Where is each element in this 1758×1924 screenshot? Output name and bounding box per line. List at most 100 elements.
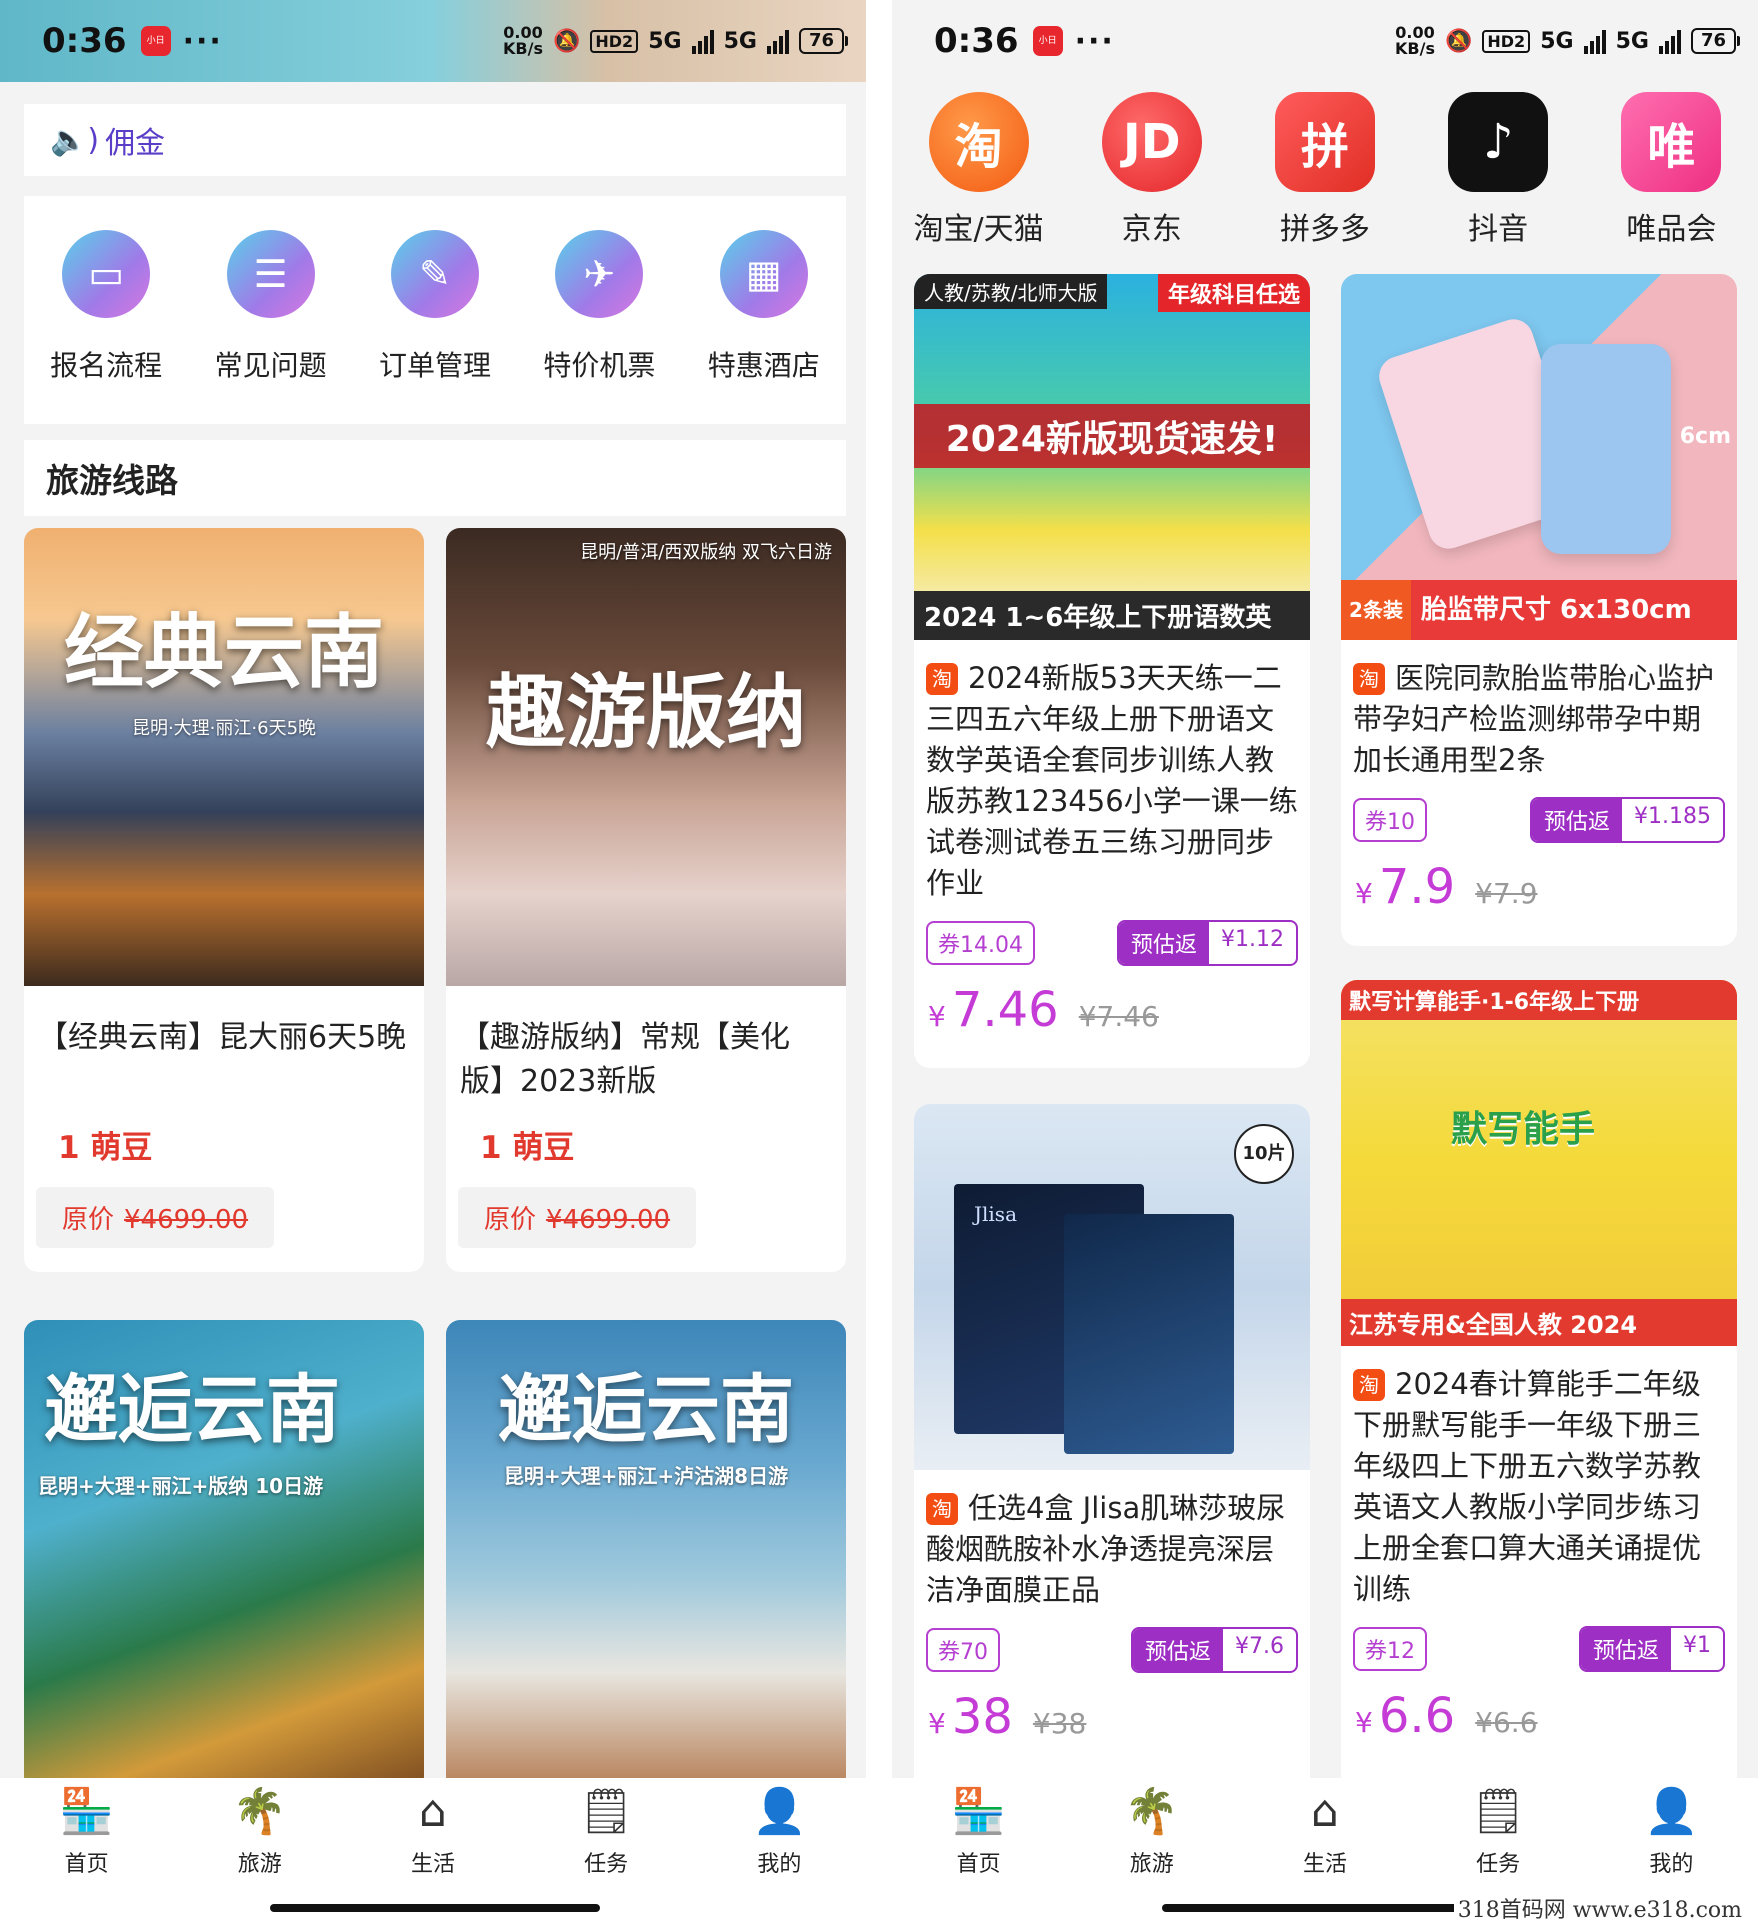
quick-label: 报名流程 [50,349,163,382]
user-icon: 👤 [751,1786,807,1837]
quick-label: 特惠酒店 [707,349,820,382]
commission-notice[interactable]: 🔈) 佣金 [24,104,846,176]
tour-card[interactable]: 邂逅云南 昆明+大理+丽江+版纳 10日游 [24,1320,424,1790]
tour-image-title: 经典云南 [64,605,384,699]
taobao-mark-icon: 淘 [926,1493,958,1525]
product-title: 淘医院同款胎监带胎心监护带孕妇产检监测绑带孕中期加长通用型2条 [1353,661,1715,777]
product-price: ¥6.6 ¥6.6 [1355,1688,1538,1744]
user-icon: 👤 [1643,1786,1699,1837]
tab-travel[interactable]: 🌴 旅游 [200,1784,320,1924]
vipshop-icon: 唯 [1621,92,1722,192]
platform-label: 淘宝/天猫 [913,212,1044,247]
tour-card[interactable]: 经典云南 昆明·大理·丽江·6天5晚 【经典云南】昆大丽6天5晚 1 萌豆 原价… [24,528,424,1272]
original-price: ¥7.46 [1078,1000,1159,1033]
tour-image-subtitle: 昆明+大理+丽江+版纳 10日游 [38,1474,324,1498]
battery-icon: 76 [1690,28,1741,54]
tab-mine[interactable]: 👤 我的 [719,1784,839,1924]
original-price: ¥38 [1032,1707,1087,1740]
tour-image-subtitle: 昆明+大理+丽江+泸沽湖8日游 [503,1464,789,1488]
platform-douyin[interactable]: ♪ 抖音 [1418,92,1578,262]
product-card[interactable]: 默写计算能手·1-6年级上下册 默写能手 江苏专用&全国人教 2024 淘 202… [1341,980,1737,1804]
tab-label: 任务 [1476,1852,1521,1877]
product-image: 默写计算能手·1-6年级上下册 默写能手 江苏专用&全国人教 2024 [1341,980,1737,1346]
shop-icon: 🏪 [59,1786,114,1837]
price-meta-row: 券12 预估返 ¥1 [1341,1626,1737,1672]
quick-item-hotels[interactable]: ▦ 特惠酒店 [689,230,839,384]
bottom-tab-bar: 🏪 首页 🌴 旅游 ⌂ 生活 🗒 任务 👤 我的 [0,1778,866,1924]
tour-original-price: 原价 ¥4699.00 [36,1187,275,1248]
notice-text: 佣金 [105,126,166,161]
coupon-badge: 券14.04 [926,921,1035,965]
tab-life[interactable]: ⌂ 生活 [373,1784,493,1924]
product-card[interactable]: 人教/苏教/北师大版 年级科目任选 2024新版现货速发! 2024 1~6年级… [914,274,1310,1068]
pinduoduo-icon: 拼 [1274,92,1375,192]
tour-image-title: 邂逅云南 [44,1367,340,1453]
tab-label: 我的 [757,1852,802,1877]
rebate-badge: 预估返 ¥1.185 [1530,797,1725,843]
network-speed: 0.00 KB/s [503,23,543,58]
home-indicator[interactable] [1162,1904,1492,1912]
rebate-badge: 预估返 ¥7.6 [1131,1627,1298,1673]
taobao-mark-icon: 淘 [926,663,958,695]
coupon-badge: 券10 [1353,798,1427,842]
tab-travel[interactable]: 🌴 旅游 [1092,1784,1212,1924]
quick-item-orders[interactable]: ✎ 订单管理 [360,230,510,384]
house-face-icon: ⌂ [419,1785,447,1837]
platform-vipshop[interactable]: 唯 唯品会 [1591,92,1751,262]
hd-badge: HD2 [1482,29,1531,53]
image-bottom-text: 2024 1~6年级上下册语数英 [914,591,1310,640]
platform-jd[interactable]: JD 京东 [1072,92,1232,262]
platform-label: 拼多多 [1279,212,1370,247]
task-clock-icon: 🗒 [1470,1786,1527,1837]
status-indicators: 0.00 KB/s 🔕 HD2 5G 5G 76 [503,23,849,58]
battery-icon: 76 [798,28,849,54]
tab-label: 旅游 [1129,1852,1174,1877]
tour-price: 1 萌豆 [58,1130,153,1166]
signal-bars-icon-2 [1658,28,1681,54]
status-bar: 0:36 小日 ··· 0.00 KB/s 🔕 HD2 5G 5G 76 [0,0,866,82]
platform-pinduoduo[interactable]: 拼 拼多多 [1245,92,1405,262]
home-indicator[interactable] [270,1904,600,1912]
tour-image-subtitle: 昆明/普洱/西双版纳 双飞六日游 [580,542,832,563]
tab-label: 旅游 [237,1852,282,1877]
tab-home[interactable]: 🏪 首页 [919,1784,1039,1924]
quick-item-signup[interactable]: ▭ 报名流程 [31,230,181,384]
image-bottom-text: 江苏专用&全国人教 2024 [1341,1299,1737,1346]
tab-label: 首页 [64,1852,109,1877]
platform-taobao[interactable]: 淘 淘宝/天猫 [899,92,1059,262]
tab-life[interactable]: ⌂ 生活 [1265,1784,1385,1924]
jd-icon: JD [1101,92,1202,192]
product-card[interactable]: 6cm 2条装 胎监带尺寸 6x130cm 淘医院同款胎监带胎心监护带孕妇产检监… [1341,274,1737,946]
tour-card[interactable]: 昆明/普洱/西双版纳 双飞六日游 趣游版纳 【趣游版纳】常规【美化版】2023新… [446,528,846,1272]
tour-image-title: 趣游版纳 [486,665,806,759]
app-notification-icon: 小日 [1032,26,1063,56]
mute-icon: 🔕 [1444,28,1473,54]
tab-label: 生活 [1302,1852,1347,1877]
status-indicators: 0.00 KB/s 🔕 HD2 5G 5G 76 [1395,25,1741,57]
right-screen: 0:36 小日 ··· 0.00 KB/s 🔕 HD2 5G 5G 76 淘 淘宝… [892,0,1758,1924]
section-title: 旅游线路 [24,440,846,516]
platform-label: 京东 [1121,212,1182,247]
tour-image: 邂逅云南 昆明+大理+丽江+版纳 10日游 [24,1320,424,1790]
quick-icon-row: ▭ 报名流程 ☰ 常见问题 ✎ 订单管理 ✈ 特价机票 ▦ 特惠酒店 [24,196,846,424]
rebate-badge: 预估返 ¥1 [1578,1626,1725,1672]
tab-tasks[interactable]: 🗒 任务 [546,1784,666,1924]
image-tag: 年级科目任选 [1157,274,1310,312]
quick-item-flights[interactable]: ✈ 特价机票 [524,230,674,384]
taobao-mark-icon: 淘 [1353,1369,1385,1401]
tab-home[interactable]: 🏪 首页 [27,1784,147,1924]
quick-item-faq[interactable]: ☰ 常见问题 [196,230,346,384]
tab-label: 生活 [410,1852,455,1877]
product-image: Jlisa 10片 [914,1104,1310,1470]
tour-price: 1 萌豆 [480,1130,575,1166]
product-card[interactable]: Jlisa 10片 淘任选4盒 Jlisa肌琳莎玻尿酸烟酰胺补水净透提亮深层洁净… [914,1104,1310,1804]
tour-image: 邂逅云南 昆明+大理+丽江+泸沽湖8日游 [446,1320,846,1790]
tour-card[interactable]: 邂逅云南 昆明+大理+丽江+泸沽湖8日游 [446,1320,846,1790]
status-time: 0:36 [934,21,1019,61]
signal-bars-icon [1583,28,1606,54]
signal-bars-icon [691,28,714,54]
product-price: ¥7.9 ¥7.9 [1355,859,1538,915]
tab-label: 首页 [956,1852,1001,1877]
quick-label: 特价机票 [543,349,656,382]
price-meta-row: 券70 预估返 ¥7.6 [914,1627,1310,1673]
